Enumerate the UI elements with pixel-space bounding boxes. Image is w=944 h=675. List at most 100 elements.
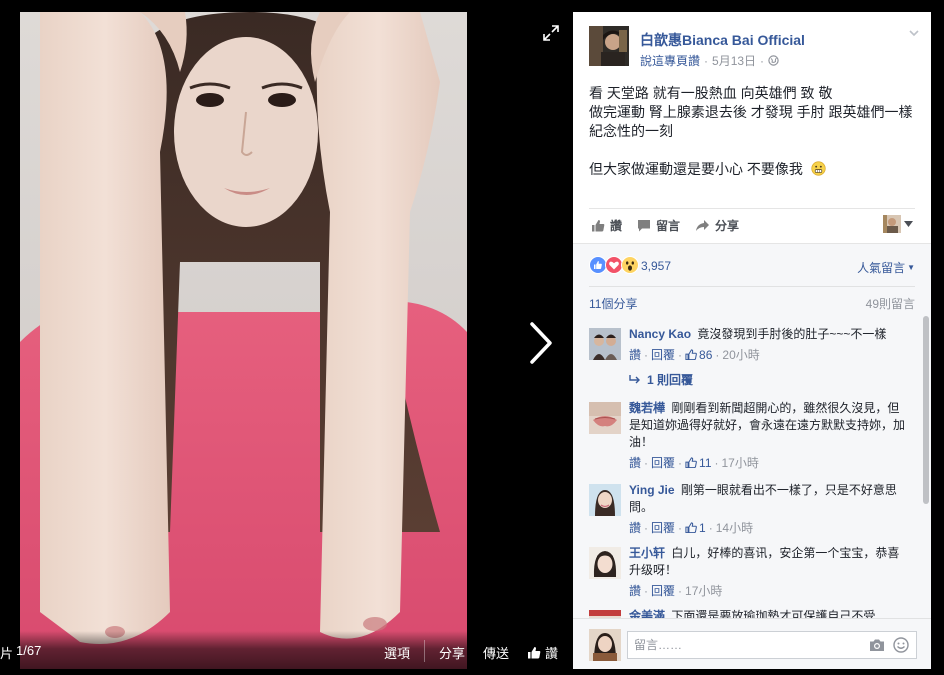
post-comment-label: 留言 xyxy=(656,219,681,233)
comment-text: Ying Jie 剛第一眼就看出不一樣了，只是不好意思問。 xyxy=(629,482,907,516)
post-text: 看 天堂路 就有一股熱血 向英雄們 致 敬 做完運動 腎上腺素退去後 才發現 手… xyxy=(589,84,919,179)
comment-sort-label: 人氣留言 xyxy=(857,261,906,275)
post-share-button[interactable]: 分享 xyxy=(695,217,739,234)
photo-illustration xyxy=(20,12,467,669)
chevron-right-icon[interactable] xyxy=(524,318,556,368)
comment-like-link[interactable]: 讚 xyxy=(629,346,641,363)
comment-item: Ying Jie 剛第一眼就看出不一樣了，只是不好意思問。 讚 · 回覆 · 1… xyxy=(589,482,907,538)
comment-body: 竟沒發現到手肘後的肚子~~~不一樣 xyxy=(697,327,887,341)
comment-text: 魏若樺 剛剛看到新聞超開心的，雖然很久沒見，但是知道妳過得好就好，會永遠在遠方默… xyxy=(629,400,907,451)
comment-reply-link[interactable]: 回覆 xyxy=(651,519,675,536)
page-like-link[interactable]: 說這專頁讚 xyxy=(640,52,700,69)
meta-dot: · xyxy=(644,455,649,470)
comment-like-count[interactable]: 1 xyxy=(685,521,706,535)
post-like-button[interactable]: 讚 xyxy=(591,217,622,234)
comment-like-number: 11 xyxy=(699,455,712,470)
caret-down-icon xyxy=(904,221,913,227)
comment-time[interactable]: 17小時 xyxy=(685,582,722,599)
comment-item: Nancy Kao 竟沒發現到手肘後的肚子~~~不一樣 讚 · 回覆 · 86 … xyxy=(589,326,907,394)
share-count[interactable]: 11個分享 xyxy=(589,295,637,312)
comment-total[interactable]: 49則留言 xyxy=(866,295,915,312)
post-like-label: 讚 xyxy=(610,219,623,233)
share-button[interactable]: 分享 xyxy=(439,643,465,662)
comment-time[interactable]: 20小時 xyxy=(722,346,759,363)
page-avatar-image xyxy=(589,26,629,66)
post-actions: 讚 留言 分享 xyxy=(589,208,915,242)
feedback-section: 3,957 人氣留言 ▼ 11個分享 49則留言 Nancy Kao 竟沒發現到… xyxy=(573,243,931,669)
meta-dot: · xyxy=(708,520,713,535)
comment-reply-link[interactable]: 回覆 xyxy=(651,454,675,471)
comment-time[interactable]: 17小時 xyxy=(722,454,759,471)
meta-dot: · xyxy=(678,455,683,470)
reaction-icons[interactable] xyxy=(589,256,639,274)
comment-time[interactable]: 14小時 xyxy=(716,519,753,536)
page-avatar[interactable] xyxy=(589,26,629,66)
wow-reaction-icon xyxy=(621,256,639,274)
comments-scrollbar[interactable] xyxy=(923,316,929,504)
meta-dot: · xyxy=(678,520,683,535)
comment-like-count[interactable]: 11 xyxy=(685,455,712,470)
reactions-row: 3,957 人氣留言 ▼ xyxy=(589,256,915,278)
page-name[interactable]: 白歆惠Bianca Bai Official xyxy=(640,30,805,50)
post-photo[interactable] xyxy=(20,12,467,669)
photo-counter: 1/67 xyxy=(16,643,42,658)
actor-selector[interactable] xyxy=(883,215,913,233)
expand-icon[interactable] xyxy=(542,24,560,42)
chevron-down-icon[interactable] xyxy=(907,26,921,40)
commenter-avatar[interactable] xyxy=(589,328,621,360)
comment-item: 王小轩 白儿，好棒的喜讯，安企第一个宝宝，恭喜升级呀！ 讚 · 回覆 · 17小… xyxy=(589,545,907,601)
avatar-image xyxy=(589,629,621,661)
comment-item: 魏若樺 剛剛看到新聞超開心的，雖然很久沒見，但是知道妳過得好就好，會永遠在遠方默… xyxy=(589,400,907,474)
comment-meta: 讚 · 回覆 · 17小時 xyxy=(629,582,722,599)
post-comment-button[interactable]: 留言 xyxy=(637,217,680,234)
commenter-name[interactable]: 王小轩 xyxy=(629,546,665,560)
grimace-emoji-icon xyxy=(811,161,826,176)
smiley-icon[interactable] xyxy=(893,637,909,653)
meta-dot: · xyxy=(714,455,719,470)
thumbs-up-icon xyxy=(685,522,697,533)
comment-like-link[interactable]: 讚 xyxy=(629,582,641,599)
commenter-name[interactable]: 魏若樺 xyxy=(629,401,665,415)
comment-like-number: 1 xyxy=(699,520,706,535)
commenter-avatar[interactable] xyxy=(589,547,621,579)
comment-meta: 讚 · 回覆 · 86 · 20小時 xyxy=(629,346,760,363)
commenter-name[interactable]: Ying Jie xyxy=(629,483,675,497)
photo-viewer: 片 1/67 選項 分享 傳送 讚 白歆惠Bianca Bai Official… xyxy=(0,0,944,675)
speech-bubble-icon xyxy=(638,220,650,232)
thumbs-up-icon xyxy=(685,457,697,468)
reaction-count[interactable]: 3,957 xyxy=(641,259,671,273)
comment-like-count[interactable]: 86 xyxy=(685,348,712,362)
avatar-image xyxy=(589,547,621,579)
comment-like-number: 86 xyxy=(699,347,713,362)
send-button[interactable]: 傳送 xyxy=(483,643,509,662)
comment-sort-dropdown[interactable]: 人氣留言 ▼ xyxy=(857,259,915,276)
comment-body: 白儿，好棒的喜讯，安企第一个宝宝，恭喜升级呀！ xyxy=(629,546,900,577)
commenter-avatar[interactable] xyxy=(589,484,621,516)
thumbs-up-icon xyxy=(592,220,605,232)
meta-dot: · xyxy=(715,347,720,362)
avatar-image xyxy=(589,484,621,516)
camera-icon[interactable] xyxy=(869,638,885,652)
current-user-avatar xyxy=(589,629,621,661)
comment-reply-link[interactable]: 回覆 xyxy=(651,346,675,363)
meta-dot: · xyxy=(644,347,649,362)
share-arrow-icon xyxy=(696,220,709,231)
view-replies-link[interactable]: 1 則回覆 xyxy=(629,371,693,388)
commenter-avatar[interactable] xyxy=(589,402,621,434)
photo-stage: 片 1/67 選項 分享 傳送 讚 xyxy=(0,0,573,675)
comment-like-link[interactable]: 讚 xyxy=(629,454,641,471)
post-line-4: 但大家做運動還是要小心 不要像我 xyxy=(589,160,919,179)
comment-reply-link[interactable]: 回覆 xyxy=(651,582,675,599)
view-replies-label: 1 則回覆 xyxy=(647,373,694,387)
meta-dot: · xyxy=(644,583,649,598)
post-date[interactable]: 5月13日 xyxy=(712,52,756,69)
options-button[interactable]: 選項 xyxy=(384,643,410,662)
comment-like-link[interactable]: 讚 xyxy=(629,519,641,536)
avatar-image xyxy=(589,402,621,434)
post-header: 白歆惠Bianca Bai Official 說這專頁讚 · 5月13日 · xyxy=(589,26,919,70)
globe-icon[interactable] xyxy=(768,55,779,66)
post-panel: 白歆惠Bianca Bai Official 說這專頁讚 · 5月13日 · 看… xyxy=(573,12,931,669)
like-button-label: 讚 xyxy=(545,646,559,661)
commenter-name[interactable]: Nancy Kao xyxy=(629,327,691,341)
like-button[interactable]: 讚 xyxy=(527,643,558,662)
